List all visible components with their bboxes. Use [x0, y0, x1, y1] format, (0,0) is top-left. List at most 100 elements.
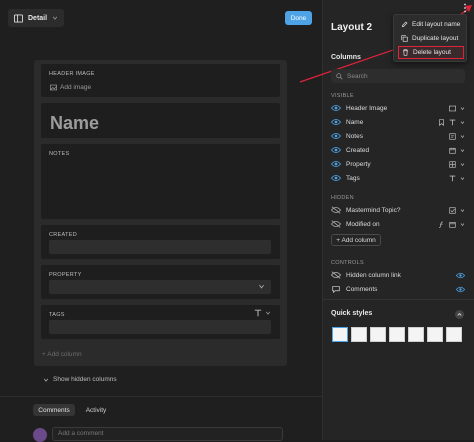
control-label: Hidden column link: [346, 271, 401, 279]
name-field[interactable]: Name: [50, 113, 99, 134]
tab-activity[interactable]: Activity: [80, 404, 112, 416]
bookmark-icon[interactable]: [438, 118, 445, 126]
column-row-property[interactable]: Property: [331, 158, 465, 170]
chevron-down-icon: [52, 16, 58, 20]
quick-style-thumbnail[interactable]: [332, 327, 348, 342]
chevron-down-icon[interactable]: [460, 134, 465, 139]
quick-style-thumbnail[interactable]: [389, 327, 405, 342]
tags-block: TAGS: [41, 305, 280, 339]
edit-layout-name-label: Edit layout name: [412, 21, 461, 28]
search-input[interactable]: Search: [331, 69, 465, 83]
quick-style-thumbnail[interactable]: [408, 327, 424, 342]
show-hidden-columns-toggle[interactable]: Show hidden columns: [43, 376, 117, 383]
add-image-button[interactable]: Add image: [50, 84, 91, 91]
notes-label: NOTES: [49, 151, 70, 157]
collapse-quick-styles-button[interactable]: [455, 310, 464, 319]
column-row-notes[interactable]: Notes: [331, 130, 465, 142]
control-row-hidden-column-link[interactable]: Hidden column link: [331, 269, 465, 281]
hidden-eye-icon: [331, 271, 341, 279]
chevron-down-icon[interactable]: [265, 310, 271, 316]
pencil-icon: [402, 21, 408, 27]
column-label: Tags: [346, 174, 360, 182]
name-block[interactable]: Name: [41, 103, 280, 138]
eye-icon[interactable]: [331, 132, 341, 140]
view-selector-label: Detail: [28, 14, 48, 22]
table-icon[interactable]: [449, 160, 456, 168]
view-selector-button[interactable]: Detail: [8, 9, 64, 27]
visible-section-label: VISIBLE: [331, 93, 354, 99]
column-row-name[interactable]: Name: [331, 116, 465, 128]
chevron-up-icon: [457, 312, 462, 316]
calendar-icon[interactable]: [449, 147, 456, 154]
property-dropdown[interactable]: [49, 280, 271, 294]
chevron-down-icon[interactable]: [460, 208, 465, 213]
chevron-down-icon[interactable]: [460, 148, 465, 153]
column-label: Mastermind Topic?: [346, 206, 401, 214]
chevron-down-icon[interactable]: [460, 106, 465, 111]
chevron-down-icon[interactable]: [460, 176, 465, 181]
comment-icon: [332, 286, 340, 293]
quick-style-thumbnail[interactable]: [427, 327, 443, 342]
eye-icon[interactable]: [331, 160, 341, 168]
column-label: Name: [346, 118, 364, 126]
eye-icon[interactable]: [331, 174, 341, 182]
copy-icon: [401, 35, 408, 42]
done-button[interactable]: Done: [285, 11, 312, 25]
chevron-down-icon[interactable]: [460, 222, 465, 227]
text-type-icon[interactable]: [449, 175, 456, 182]
duplicate-layout-item[interactable]: Duplicate layout: [398, 32, 464, 45]
chevron-down-icon[interactable]: [460, 162, 465, 167]
column-label: Created: [346, 146, 370, 154]
formula-icon[interactable]: [438, 221, 445, 228]
control-row-comments[interactable]: Comments: [331, 283, 465, 295]
duplicate-layout-label: Duplicate layout: [412, 35, 459, 42]
comment-input[interactable]: Add a comment: [52, 427, 283, 441]
chevron-down-icon: [259, 284, 264, 289]
eye-icon[interactable]: [456, 286, 465, 293]
header-image-label: HEADER IMAGE: [49, 71, 95, 77]
control-label: Comments: [346, 285, 378, 293]
eye-icon[interactable]: [331, 146, 341, 154]
eye-off-icon[interactable]: [331, 206, 341, 214]
column-row-mastermind-topic[interactable]: Mastermind Topic?: [331, 204, 465, 216]
add-column-link[interactable]: + Add column: [42, 351, 82, 358]
property-block: PROPERTY: [41, 265, 280, 299]
quick-styles-heading: Quick styles: [331, 310, 373, 317]
quick-style-thumbnail[interactable]: [446, 327, 462, 342]
tab-comments[interactable]: Comments: [33, 404, 75, 416]
chevron-down-icon[interactable]: [460, 120, 465, 125]
column-label: Header Image: [346, 104, 388, 112]
edit-layout-name-item[interactable]: Edit layout name: [398, 18, 464, 31]
text-type-icon[interactable]: [449, 119, 456, 126]
column-row-modified-on[interactable]: Modified on: [331, 218, 465, 230]
image-icon[interactable]: [449, 105, 456, 112]
created-label: CREATED: [49, 232, 77, 238]
chevron-down-icon: [43, 378, 49, 382]
column-label: Property: [346, 160, 371, 168]
eye-icon[interactable]: [456, 272, 465, 279]
column-row-header-image[interactable]: Header Image: [331, 102, 465, 114]
add-column-button[interactable]: + Add column: [331, 234, 381, 246]
eye-off-icon[interactable]: [331, 220, 341, 228]
text-type-icon[interactable]: [254, 309, 262, 317]
checkbox-icon[interactable]: [449, 206, 456, 214]
quick-style-thumbnail[interactable]: [351, 327, 367, 342]
column-row-tags[interactable]: Tags: [331, 172, 465, 184]
divider: [0, 396, 322, 397]
eye-icon[interactable]: [331, 118, 341, 126]
eye-icon[interactable]: [331, 104, 341, 112]
divider: [322, 299, 474, 300]
more-options-icon[interactable]: [463, 3, 467, 13]
created-field[interactable]: [49, 240, 271, 254]
calendar-icon[interactable]: [449, 221, 456, 228]
quick-style-thumbnail[interactable]: [370, 327, 386, 342]
tags-field[interactable]: [49, 320, 271, 334]
delete-layout-item[interactable]: Delete layout: [398, 46, 464, 59]
notes-icon[interactable]: [449, 132, 456, 140]
header-image-block[interactable]: HEADER IMAGE Add image: [41, 64, 280, 97]
column-row-created[interactable]: Created: [331, 144, 465, 156]
controls-section-label: CONTROLS: [331, 260, 364, 266]
add-image-label: Add image: [60, 84, 92, 91]
layout-title[interactable]: Layout 2: [331, 22, 372, 33]
notes-block[interactable]: NOTES: [41, 144, 280, 219]
